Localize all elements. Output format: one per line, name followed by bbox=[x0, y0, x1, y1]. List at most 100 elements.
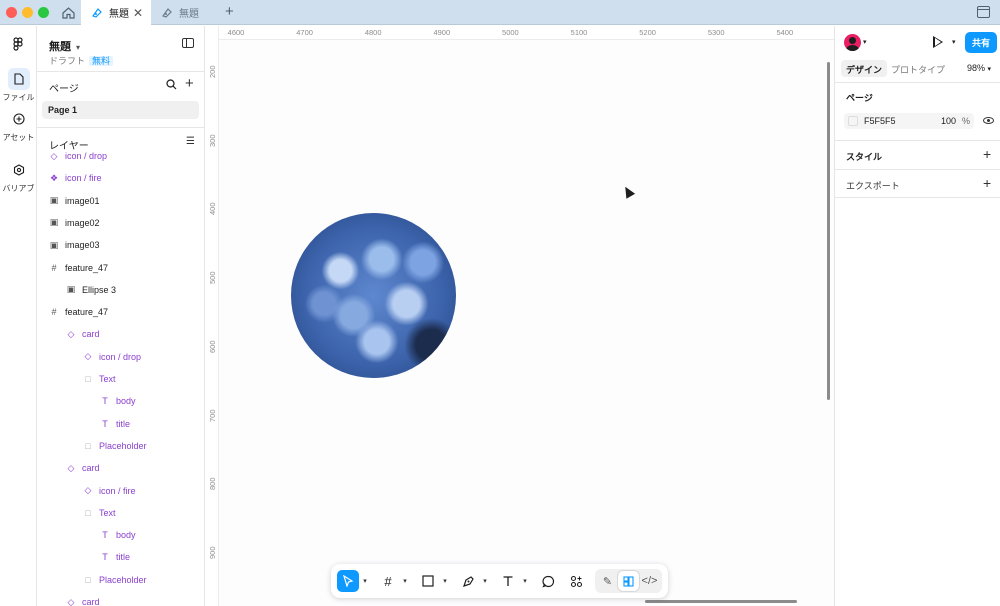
minimize-window-button[interactable] bbox=[22, 7, 33, 18]
search-icon[interactable] bbox=[166, 79, 177, 90]
page-section-title: ページ bbox=[846, 93, 873, 103]
text-icon bbox=[503, 576, 513, 586]
layer-options-icon[interactable]: ☰ bbox=[186, 136, 195, 147]
chevron-down-icon[interactable]: ▾ bbox=[863, 38, 867, 46]
tab-file-1[interactable]: 無題 ✕ bbox=[81, 0, 151, 25]
close-window-button[interactable] bbox=[6, 7, 17, 18]
layer-row[interactable]: ◇ card bbox=[37, 323, 205, 345]
frame-icon: # bbox=[384, 573, 392, 589]
layer-row[interactable]: ▣ image01 bbox=[37, 190, 205, 212]
left-rail: ファイル アセット バリアブ bbox=[0, 26, 37, 606]
new-tab-button[interactable]: + bbox=[225, 3, 234, 20]
layer-row[interactable]: ◇ card bbox=[37, 591, 205, 606]
page-color-field[interactable]: F5F5F5 100 % bbox=[844, 113, 974, 129]
text-icon: T bbox=[102, 552, 108, 563]
comment-tool-button[interactable] bbox=[537, 570, 559, 592]
file-title[interactable]: 無題 ▾ bbox=[49, 38, 80, 54]
percent-label: % bbox=[961, 116, 970, 126]
present-play-icon[interactable] bbox=[933, 36, 943, 48]
layer-row[interactable]: □ Text bbox=[37, 368, 205, 390]
close-tab-icon[interactable]: ✕ bbox=[133, 6, 143, 20]
draw-mode-button[interactable]: ✎ bbox=[597, 571, 618, 591]
vertical-scrollbar[interactable] bbox=[827, 62, 830, 400]
add-page-icon[interactable]: + bbox=[185, 75, 194, 92]
chevron-down-icon[interactable]: ▾ bbox=[479, 577, 491, 585]
divider bbox=[835, 197, 1000, 198]
layer-row[interactable]: # feature_47 bbox=[37, 301, 205, 323]
color-swatch[interactable] bbox=[848, 116, 858, 126]
actions-button[interactable] bbox=[565, 570, 587, 592]
share-button[interactable]: 共有 bbox=[965, 32, 997, 53]
chevron-down-icon[interactable]: ▾ bbox=[519, 577, 531, 585]
layer-row[interactable]: ▣ image02 bbox=[37, 212, 205, 234]
layer-row[interactable]: ❖ icon / fire bbox=[37, 167, 205, 189]
ruler-tick-label: 300 bbox=[208, 134, 217, 147]
properties-panel: ▾ ▾ 共有 デザイン プロトタイプ 98% ▾ ページ F5F5F5 100 … bbox=[834, 26, 1000, 606]
ruler-tick-label: 600 bbox=[208, 340, 217, 353]
layer-label: Placeholder bbox=[99, 574, 147, 585]
layer-label: body bbox=[116, 396, 136, 407]
avatar[interactable] bbox=[844, 34, 861, 51]
layer-row[interactable]: Tbody bbox=[37, 524, 205, 546]
layer-row[interactable]: Tbody bbox=[37, 390, 205, 412]
tab-file-2[interactable]: 無題 bbox=[151, 0, 221, 25]
page-color-value[interactable]: F5F5F5 bbox=[864, 116, 896, 126]
ruler-tick-label: 4700 bbox=[296, 28, 313, 37]
layer-row[interactable]: # feature_47 bbox=[37, 257, 205, 279]
pages-title: ページ bbox=[49, 84, 79, 95]
dev-mode-button[interactable]: </> bbox=[639, 571, 660, 591]
assets-icon bbox=[12, 113, 25, 125]
canvas[interactable]: 4600 4700 4800 4900 5000 5100 5200 5300 5400 200… bbox=[205, 26, 834, 606]
chevron-down-icon[interactable]: ▾ bbox=[439, 577, 451, 585]
layer-row[interactable]: □ Text bbox=[37, 502, 205, 524]
layer-row[interactable]: ◇ icon / drop bbox=[37, 146, 205, 167]
layer-row[interactable]: □ Placeholder bbox=[37, 569, 205, 591]
page-item[interactable]: Page 1 bbox=[42, 101, 199, 119]
ruler-tick-label: 800 bbox=[208, 477, 217, 491]
box-icon: □ bbox=[85, 574, 91, 585]
add-export-icon[interactable]: + bbox=[983, 175, 991, 191]
rail-item-file[interactable]: ファイル bbox=[2, 68, 35, 103]
shape-tool-button[interactable] bbox=[417, 570, 439, 592]
divider bbox=[37, 127, 205, 128]
layer-row[interactable]: ◇ card bbox=[37, 457, 205, 479]
chevron-down-icon[interactable]: ▾ bbox=[399, 577, 411, 585]
page-opacity-value[interactable]: 100 bbox=[941, 116, 956, 126]
horizontal-scrollbar[interactable] bbox=[645, 600, 797, 603]
design-mode-button[interactable] bbox=[618, 571, 639, 591]
layer-row[interactable]: ◇ icon / fire bbox=[37, 480, 205, 502]
ellipse-image[interactable] bbox=[291, 213, 456, 378]
ruler-tick-label: 200 bbox=[208, 65, 217, 78]
zoom-level[interactable]: 98% ▾ bbox=[967, 63, 991, 73]
chevron-down-icon: ▾ bbox=[76, 43, 81, 52]
rail-item-variables[interactable]: バリアブ bbox=[2, 159, 35, 194]
text-tool-button[interactable] bbox=[497, 570, 519, 592]
layer-row[interactable]: □ Placeholder bbox=[37, 435, 205, 457]
chevron-down-icon[interactable]: ▾ bbox=[952, 38, 956, 46]
chevron-down-icon[interactable]: ▾ bbox=[359, 577, 371, 585]
divider bbox=[37, 71, 205, 72]
rail-item-label: バリアブ bbox=[2, 184, 35, 193]
move-tool-button[interactable] bbox=[337, 570, 359, 592]
home-icon[interactable] bbox=[55, 0, 81, 25]
layer-row[interactable]: Ttitle bbox=[37, 546, 205, 568]
layer-row[interactable]: ▣ Ellipse 3 bbox=[37, 279, 205, 301]
maximize-window-button[interactable] bbox=[38, 7, 49, 18]
layer-row[interactable]: Ttitle bbox=[37, 413, 205, 435]
frame-tool-button[interactable]: # bbox=[377, 570, 399, 592]
layer-row[interactable]: ▣ image03 bbox=[37, 234, 205, 256]
tab-prototype[interactable]: プロトタイプ bbox=[886, 60, 950, 77]
eye-icon[interactable] bbox=[983, 117, 994, 124]
move-cursor-icon bbox=[343, 575, 354, 587]
pen-tool-button[interactable] bbox=[457, 570, 479, 592]
draft-file-icon bbox=[162, 7, 172, 18]
text-icon: T bbox=[102, 396, 108, 407]
tab-label: 無題 bbox=[109, 9, 129, 20]
tab-design[interactable]: デザイン bbox=[841, 60, 888, 77]
add-style-icon[interactable]: + bbox=[983, 146, 991, 162]
window-icon[interactable] bbox=[977, 6, 990, 18]
rail-item-assets[interactable]: アセット bbox=[2, 108, 35, 143]
figma-logo-icon[interactable] bbox=[11, 37, 25, 51]
layer-row[interactable]: ◇ icon / drop bbox=[37, 346, 205, 368]
sidebar-toggle-icon[interactable] bbox=[182, 38, 194, 48]
